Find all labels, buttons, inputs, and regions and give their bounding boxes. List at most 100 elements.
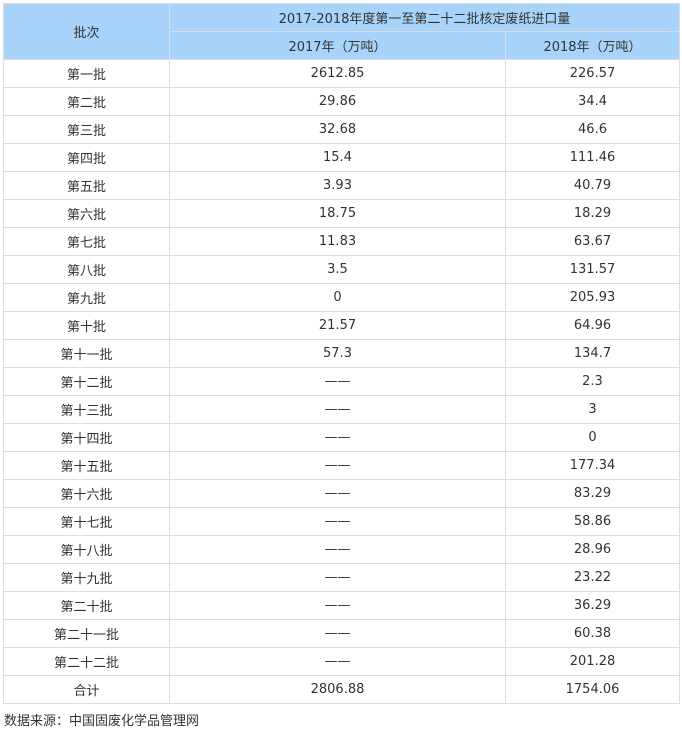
value-2018-cell: 134.7 [504,339,681,368]
batch-cell: 第六批 [3,199,170,228]
value-2017-cell: 11.83 [169,227,506,256]
value-2018-cell: 60.38 [504,619,681,648]
table-row: 第十一批 57.3 134.7 [3,339,681,368]
value-2017-cell: —— [169,479,506,508]
value-2018-cell: 63.67 [504,227,681,256]
batch-cell: 第十三批 [3,395,170,424]
value-2017-cell: —— [169,647,506,676]
value-2018-cell: 40.79 [504,171,681,200]
table-row: 第三批 32.68 46.6 [3,115,681,144]
batch-cell: 第十八批 [3,535,170,564]
batch-cell: 第二十一批 [3,619,170,648]
batch-cell: 第十二批 [3,367,170,396]
batch-cell: 第十六批 [3,479,170,508]
table-row: 第四批 15.4 111.46 [3,143,681,172]
value-2018-cell: 177.34 [504,451,681,480]
table-row: 第二十一批 —— 60.38 [3,619,681,648]
table-row: 第二批 29.86 34.4 [3,87,681,116]
batch-cell: 第十九批 [3,563,170,592]
value-2017-cell: 3.93 [169,171,506,200]
table-row: 第十七批 —— 58.86 [3,507,681,536]
table-row: 第二十二批 —— 201.28 [3,647,681,676]
table-row: 第一批 2612.85 226.57 [3,59,681,88]
value-2018-cell: 111.46 [504,143,681,172]
value-2018-cell: 3 [504,395,681,424]
batch-cell: 第十五批 [3,451,170,480]
batch-column-header: 批次 [3,3,170,60]
value-2018-cell: 18.29 [504,199,681,228]
value-2018-cell: 28.96 [504,535,681,564]
value-2017-cell: 18.75 [169,199,506,228]
table-row: 第十五批 —— 177.34 [3,451,681,480]
value-2018-cell: 201.28 [504,647,681,676]
batch-cell: 第十七批 [3,507,170,536]
batch-cell: 第四批 [3,143,170,172]
value-2018-cell: 205.93 [504,283,681,312]
batch-cell: 第十一批 [3,339,170,368]
value-2017-cell: —— [169,451,506,480]
batch-cell: 第一批 [3,59,170,88]
value-2018-cell: 46.6 [504,115,681,144]
table-row: 第五批 3.93 40.79 [3,171,681,200]
data-table-container: 批次 2017-2018年度第一至第二十二批核定废纸进口量 2017年（万吨） … [3,3,681,704]
table-row: 第十二批 —— 2.3 [3,367,681,396]
value-2017-cell: 29.86 [169,87,506,116]
value-2018-cell: 0 [504,423,681,452]
value-2018-cell: 131.57 [504,255,681,284]
batch-cell: 第七批 [3,227,170,256]
import-volume-table: 批次 2017-2018年度第一至第二十二批核定废纸进口量 2017年（万吨） … [3,3,681,704]
value-2017-cell: 21.57 [169,311,506,340]
table-row: 第二十批 —— 36.29 [3,591,681,620]
table-row: 第十批 21.57 64.96 [3,311,681,340]
table-row: 第六批 18.75 18.29 [3,199,681,228]
batch-cell: 第八批 [3,255,170,284]
value-2018-cell: 2.3 [504,367,681,396]
value-2017-cell: —— [169,535,506,564]
year-2017-column-header: 2017年（万吨） [169,31,506,60]
table-row: 第十六批 —— 83.29 [3,479,681,508]
value-2017-cell: 2612.85 [169,59,506,88]
value-2017-cell: —— [169,507,506,536]
batch-cell: 第五批 [3,171,170,200]
value-2017-cell: 2806.88 [169,675,506,704]
total-row: 合计 2806.88 1754.06 [3,675,681,704]
value-2017-cell: 32.68 [169,115,506,144]
value-2017-cell: 3.5 [169,255,506,284]
batch-cell: 第十四批 [3,423,170,452]
table-row: 第八批 3.5 131.57 [3,255,681,284]
batch-cell: 第二十二批 [3,647,170,676]
value-2018-cell: 83.29 [504,479,681,508]
table-row: 第十九批 —— 23.22 [3,563,681,592]
group-title-header: 2017-2018年度第一至第二十二批核定废纸进口量 [168,3,681,32]
table-row: 第十八批 —— 28.96 [3,535,681,564]
table-row: 第七批 11.83 63.67 [3,227,681,256]
value-2017-cell: —— [169,395,506,424]
batch-cell: 第三批 [3,115,170,144]
value-2017-cell: —— [169,619,506,648]
value-2018-cell: 64.96 [504,311,681,340]
batch-cell: 合计 [3,675,170,704]
value-2017-cell: —— [169,591,506,620]
table-body: 第一批 2612.85 226.57 第二批 29.86 34.4 第三批 32.68 46.6… [3,59,681,704]
table-row: 第九批 0 205.93 [3,283,681,312]
value-2017-cell: —— [169,367,506,396]
batch-cell: 第二十批 [3,591,170,620]
value-2017-cell: —— [169,423,506,452]
value-2017-cell: —— [169,563,506,592]
value-2018-cell: 58.86 [504,507,681,536]
value-2017-cell: 57.3 [169,339,506,368]
table-row: 第十三批 —— 3 [3,395,681,424]
source-note: 数据来源：中国固废化学品管理网 [4,714,200,729]
year-2018-column-header: 2018年（万吨） [504,31,681,60]
value-2018-cell: 1754.06 [504,675,681,704]
value-2017-cell: 15.4 [169,143,506,172]
value-2018-cell: 226.57 [504,59,681,88]
batch-cell: 第二批 [3,87,170,116]
value-2017-cell: 0 [169,283,506,312]
value-2018-cell: 36.29 [504,591,681,620]
batch-cell: 第九批 [3,283,170,312]
table-row: 第十四批 —— 0 [3,423,681,452]
value-2018-cell: 34.4 [504,87,681,116]
batch-cell: 第十批 [3,311,170,340]
value-2018-cell: 23.22 [504,563,681,592]
